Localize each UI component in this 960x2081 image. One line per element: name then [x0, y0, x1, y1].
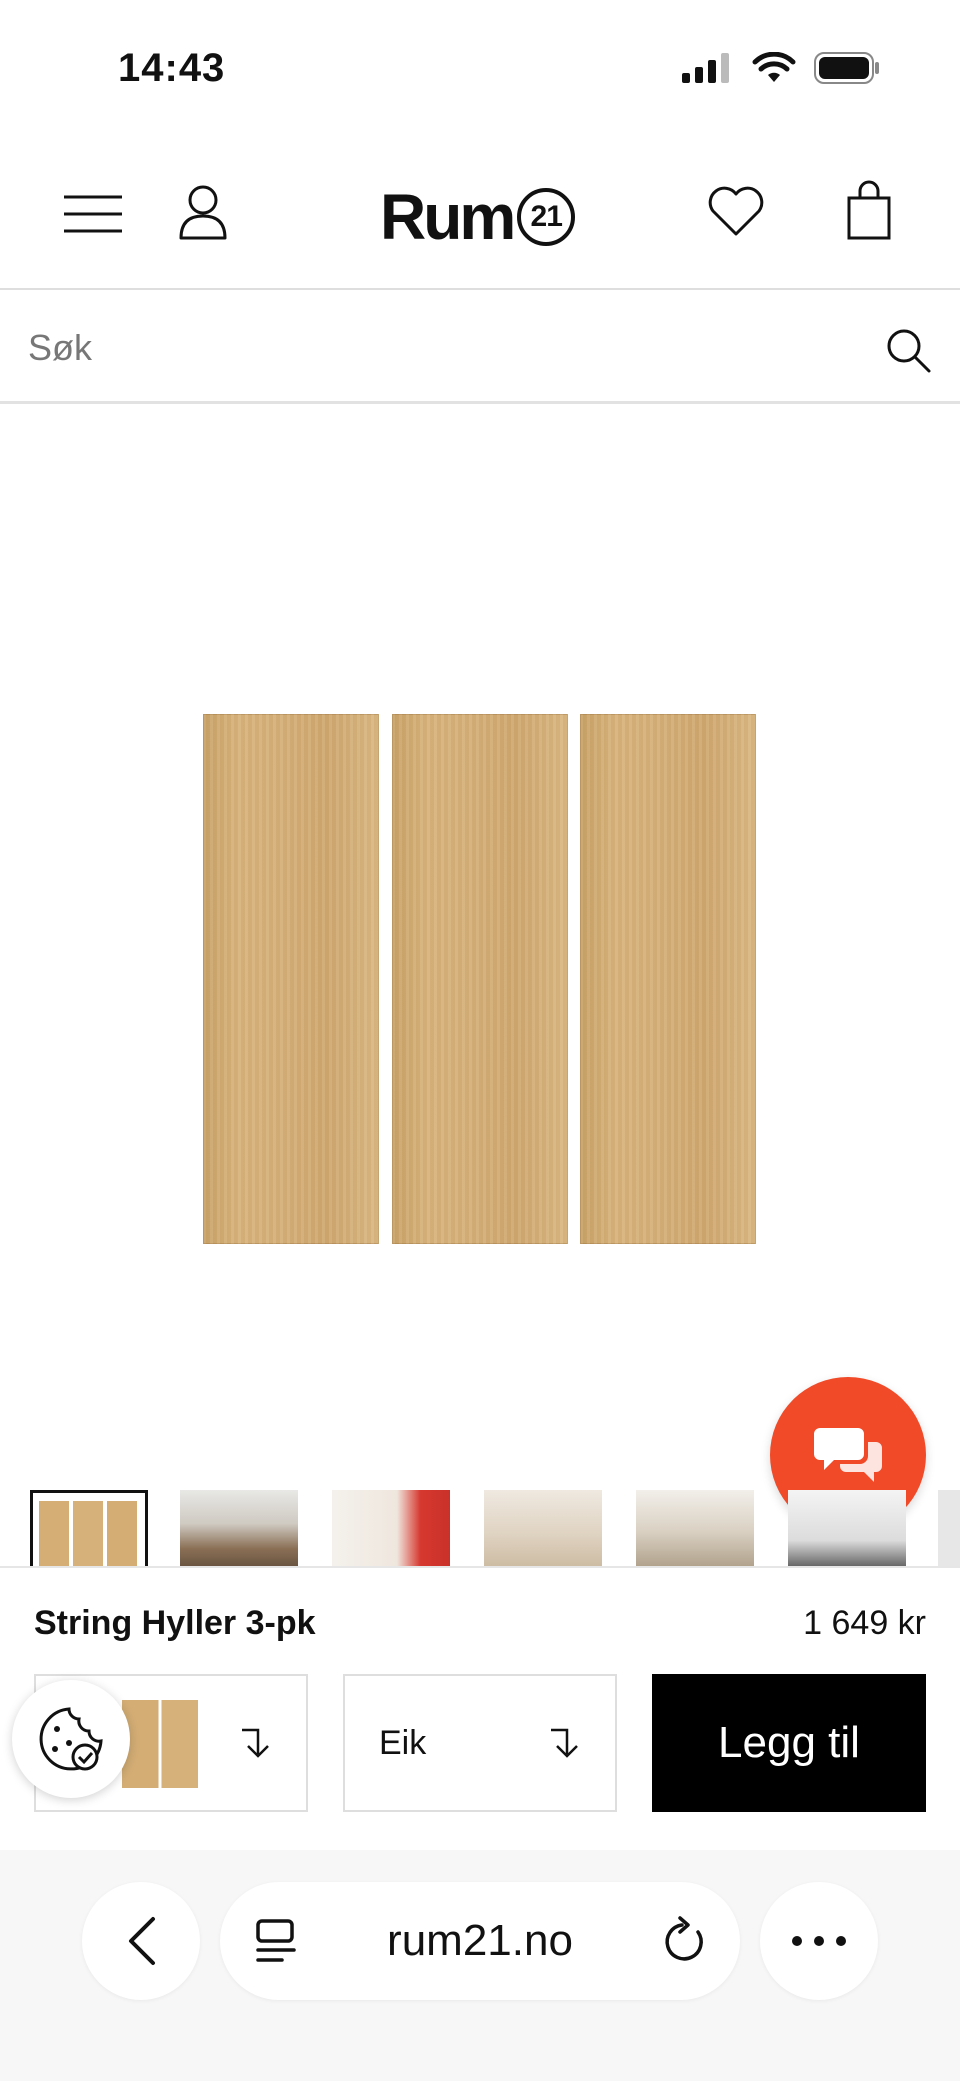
- color-select[interactable]: Eik: [343, 1674, 617, 1812]
- cart-button[interactable]: [840, 178, 898, 242]
- menu-button[interactable]: [58, 184, 128, 244]
- signal-icon: [682, 53, 729, 83]
- search-bar: [0, 292, 960, 404]
- product-bar: String Hyller 3-pk 1 649 kr Eik Legg til: [0, 1566, 960, 1850]
- back-icon: [129, 1917, 155, 1965]
- shelf-panel: [392, 714, 568, 1244]
- shelf-panel: [203, 714, 379, 1244]
- menu-icon: [64, 195, 122, 233]
- more-button[interactable]: [760, 1882, 878, 2000]
- logo[interactable]: Rum 21: [380, 180, 576, 254]
- thumbnail-2[interactable]: [180, 1490, 298, 1566]
- account-button[interactable]: [172, 180, 234, 244]
- status-icons: [682, 52, 880, 84]
- wifi-icon: [752, 52, 796, 82]
- search-button[interactable]: [880, 322, 936, 378]
- status-time: 14:43: [118, 46, 226, 90]
- address-bar[interactable]: rum21.no: [220, 1882, 740, 2000]
- thumbnail-5[interactable]: [636, 1490, 754, 1566]
- add-to-cart-button[interactable]: Legg til: [652, 1674, 926, 1812]
- product-price: 1 649 kr: [803, 1604, 926, 1642]
- color-label: Eik: [379, 1724, 427, 1762]
- chevron-down-icon: [242, 1728, 269, 1758]
- thumbnail-strip: [0, 1486, 960, 1566]
- more-icon: [792, 1936, 846, 1946]
- thumbnail-3[interactable]: [332, 1490, 450, 1566]
- thumbnail-4[interactable]: [484, 1490, 602, 1566]
- battery-icon: [814, 52, 879, 84]
- product-image[interactable]: [0, 406, 960, 1486]
- variant-thumbnail: [122, 1700, 198, 1788]
- chat-icon: [814, 1428, 882, 1482]
- logo-text: Rum: [380, 181, 516, 253]
- page: 14:43 Rum 21 Søk String Hyller 3-pk 1 64…: [0, 0, 960, 2081]
- wishlist-button[interactable]: [704, 180, 768, 242]
- reload-icon: [665, 1916, 703, 1961]
- thumbnail-1[interactable]: [30, 1490, 148, 1566]
- account-icon: [179, 185, 227, 240]
- search-icon: [887, 329, 931, 373]
- thumbnail-7[interactable]: [938, 1490, 960, 1566]
- thumbnail-6[interactable]: [788, 1490, 906, 1566]
- tabs-icon: [256, 1919, 296, 1962]
- cookie-icon: [39, 1707, 103, 1771]
- product-name: String Hyller 3-pk: [34, 1604, 316, 1642]
- search-input[interactable]: [28, 316, 848, 380]
- shelf-panel: [580, 714, 756, 1244]
- browser-toolbar: rum21.no: [0, 1850, 960, 2081]
- logo-number: 21: [517, 188, 576, 246]
- chevron-down-icon: [551, 1728, 578, 1758]
- status-bar: 14:43: [0, 0, 960, 140]
- back-button[interactable]: [82, 1882, 200, 2000]
- url-text: rum21.no: [387, 1916, 573, 1965]
- bag-icon: [847, 180, 891, 240]
- cookie-button[interactable]: [12, 1680, 130, 1798]
- heart-icon: [708, 186, 764, 236]
- site-header: Rum 21: [0, 140, 960, 290]
